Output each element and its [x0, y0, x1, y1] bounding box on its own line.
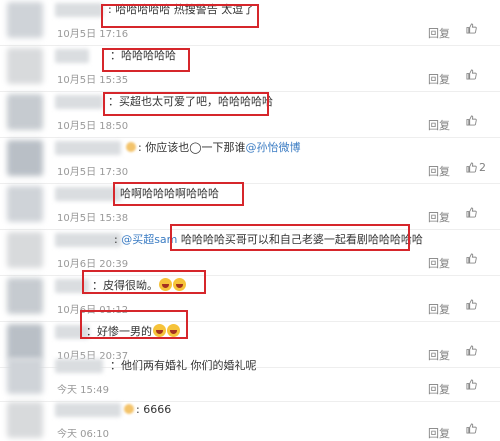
- comment-time: 10月5日 15:38: [57, 213, 129, 224]
- avatar[interactable]: [7, 48, 43, 84]
- username-blurred[interactable]: [55, 3, 103, 17]
- comment-row: : 你应该也◯一下那谁@孙怡微博 10月5日 17:30 回复 2: [0, 138, 500, 184]
- comment-time: 今天 06:10: [57, 429, 109, 440]
- avatar[interactable]: [7, 232, 43, 268]
- mention-link[interactable]: @孙怡微博: [246, 141, 301, 154]
- avatar[interactable]: [7, 402, 43, 438]
- highlight-box: [102, 48, 190, 72]
- like-button[interactable]: [466, 345, 479, 356]
- highlight-box: [80, 310, 188, 339]
- comment-time: 10月6日 20:39: [57, 259, 129, 270]
- reply-button[interactable]: 回复: [428, 25, 450, 41]
- comment-text: ：他们两有婚礼 你们的婚礼呢: [110, 359, 257, 372]
- reply-button[interactable]: 回复: [428, 425, 450, 441]
- username-blurred[interactable]: [55, 49, 89, 63]
- thumbs-up-icon: [466, 345, 477, 356]
- avatar[interactable]: [7, 358, 43, 394]
- like-button[interactable]: [466, 299, 479, 310]
- highlight-box: [170, 224, 410, 251]
- username-blurred[interactable]: [55, 141, 121, 155]
- like-button[interactable]: [466, 207, 479, 218]
- comment-time: 今天 15:49: [57, 385, 109, 396]
- vip-badge-icon: [126, 142, 136, 152]
- username-blurred[interactable]: [55, 233, 121, 247]
- avatar[interactable]: [7, 140, 43, 176]
- avatar[interactable]: [7, 186, 43, 222]
- like-button[interactable]: [466, 423, 479, 434]
- comment-row: : 6666 今天 06:10 回复: [0, 400, 500, 440]
- comment-row: ：他们两有婚礼 你们的婚礼呢 今天 15:49 回复: [0, 356, 500, 402]
- reply-button[interactable]: 回复: [428, 255, 450, 271]
- reply-button[interactable]: 回复: [428, 71, 450, 87]
- like-button[interactable]: [466, 379, 479, 390]
- highlight-box: [82, 270, 206, 294]
- thumbs-up-icon: [466, 69, 477, 80]
- thumbs-up-icon: [466, 115, 477, 126]
- thumbs-up-icon: [466, 23, 477, 34]
- comment-text: : 6666: [124, 402, 171, 418]
- thumbs-up-icon: [466, 253, 477, 264]
- comment-text: : 你应该也◯一下那谁@孙怡微博: [126, 140, 301, 156]
- reply-button[interactable]: 回复: [428, 117, 450, 133]
- avatar[interactable]: [7, 94, 43, 130]
- reply-button[interactable]: 回复: [428, 301, 450, 317]
- mention-link[interactable]: @买超sam: [121, 233, 177, 246]
- reply-button[interactable]: 回复: [428, 163, 450, 179]
- username-blurred[interactable]: [55, 359, 103, 373]
- username-blurred[interactable]: [55, 403, 121, 417]
- thumbs-up-icon: [466, 299, 477, 310]
- thumbs-up-icon: [466, 162, 477, 173]
- username-blurred[interactable]: [55, 95, 103, 109]
- like-button[interactable]: [466, 23, 479, 34]
- like-button[interactable]: 2: [466, 161, 486, 174]
- reply-button[interactable]: 回复: [428, 381, 450, 397]
- username-blurred[interactable]: [55, 187, 121, 201]
- highlight-box: [103, 92, 269, 116]
- like-count: 2: [479, 161, 486, 174]
- comment-row: ：皮得很呦。 10月6日 01:12 回复: [0, 276, 500, 322]
- like-button[interactable]: [466, 253, 479, 264]
- thumbs-up-icon: [466, 379, 477, 390]
- comment-time: 10月5日 15:35: [57, 75, 129, 86]
- like-button[interactable]: [466, 69, 479, 80]
- highlight-box: [113, 182, 244, 206]
- comment-row: ：哈哈哈哈哈 10月5日 15:35 回复: [0, 46, 500, 92]
- vip-badge-icon: [124, 404, 134, 414]
- like-button[interactable]: [466, 115, 479, 126]
- avatar[interactable]: [7, 324, 43, 360]
- comment-time: 10月5日 18:50: [57, 121, 129, 132]
- thumbs-up-icon: [466, 423, 477, 434]
- comment-time: 10月5日 17:30: [57, 167, 129, 178]
- reply-button[interactable]: 回复: [428, 209, 450, 225]
- highlight-box: [101, 4, 259, 28]
- avatar[interactable]: [7, 2, 43, 38]
- avatar[interactable]: [7, 278, 43, 314]
- thumbs-up-icon: [466, 207, 477, 218]
